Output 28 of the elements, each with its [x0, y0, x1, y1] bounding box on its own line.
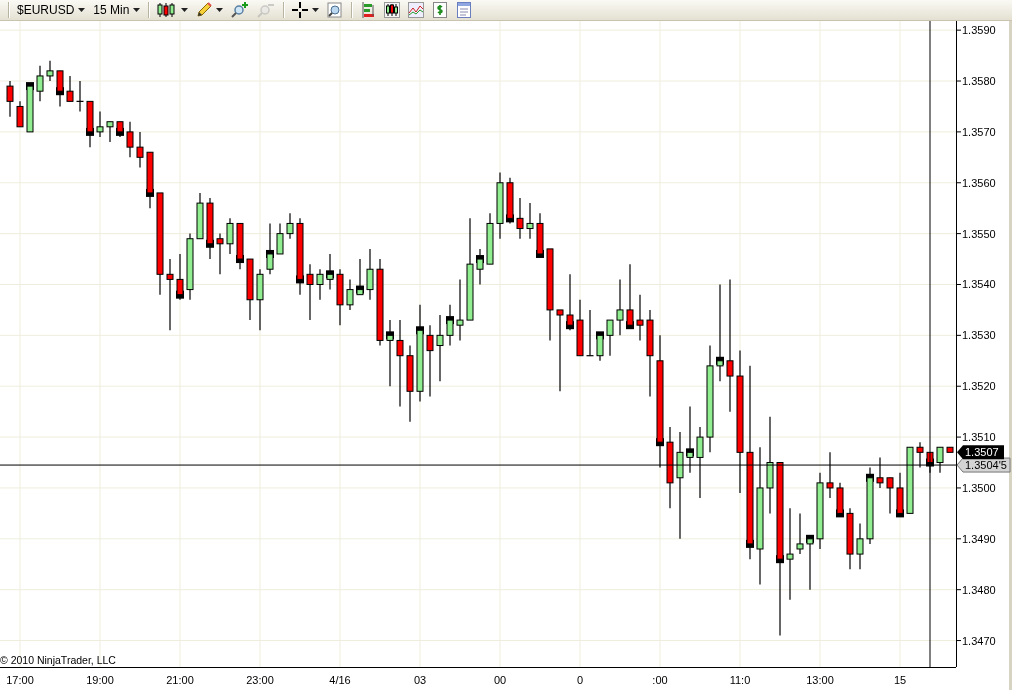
time-axis-label: 17:00: [6, 674, 34, 686]
price-axis-label: 1.3590: [962, 24, 996, 37]
time-axis-label: 4/16: [329, 674, 351, 686]
price-axis-label: 1.3570: [962, 125, 996, 138]
price-axis-label: 1.3500: [962, 481, 996, 494]
time-axis-label: 13:00: [806, 674, 834, 686]
price-axis-label: 1.3540: [962, 278, 996, 291]
time-axis-label: 0: [576, 674, 584, 686]
copyright-text: © 2010 NinjaTrader, LLC: [0, 654, 116, 666]
price-axis-label: 1.3560: [962, 176, 996, 189]
price-axis-label: 1.3490: [962, 532, 996, 545]
time-axis-label: 15: [893, 674, 907, 686]
time-axis-label: 23:00: [246, 674, 274, 686]
time-axis-label: 11:0: [729, 674, 751, 686]
price-axis-label: 1.3470: [962, 634, 996, 647]
price-axis-label: 1.3510: [962, 431, 996, 444]
ref-line-label: 1.3504'5: [965, 459, 1007, 472]
price-axis-label: 1.3580: [962, 75, 996, 87]
time-axis-label: 21:00: [166, 674, 194, 686]
time-axis-label: 19:00: [86, 674, 114, 686]
price-axis-label: 1.3520: [962, 380, 996, 393]
last-price-tag: 1.3507: [957, 445, 1004, 460]
time-axis-label: 03: [413, 674, 427, 686]
time-axis-label: :00: [652, 674, 668, 686]
price-axis-label: 1.3480: [962, 583, 996, 596]
time-axis-label: 00: [493, 674, 507, 686]
price-axis-label: 1.3530: [962, 329, 996, 342]
price-axis-label: 1.3550: [962, 227, 996, 240]
